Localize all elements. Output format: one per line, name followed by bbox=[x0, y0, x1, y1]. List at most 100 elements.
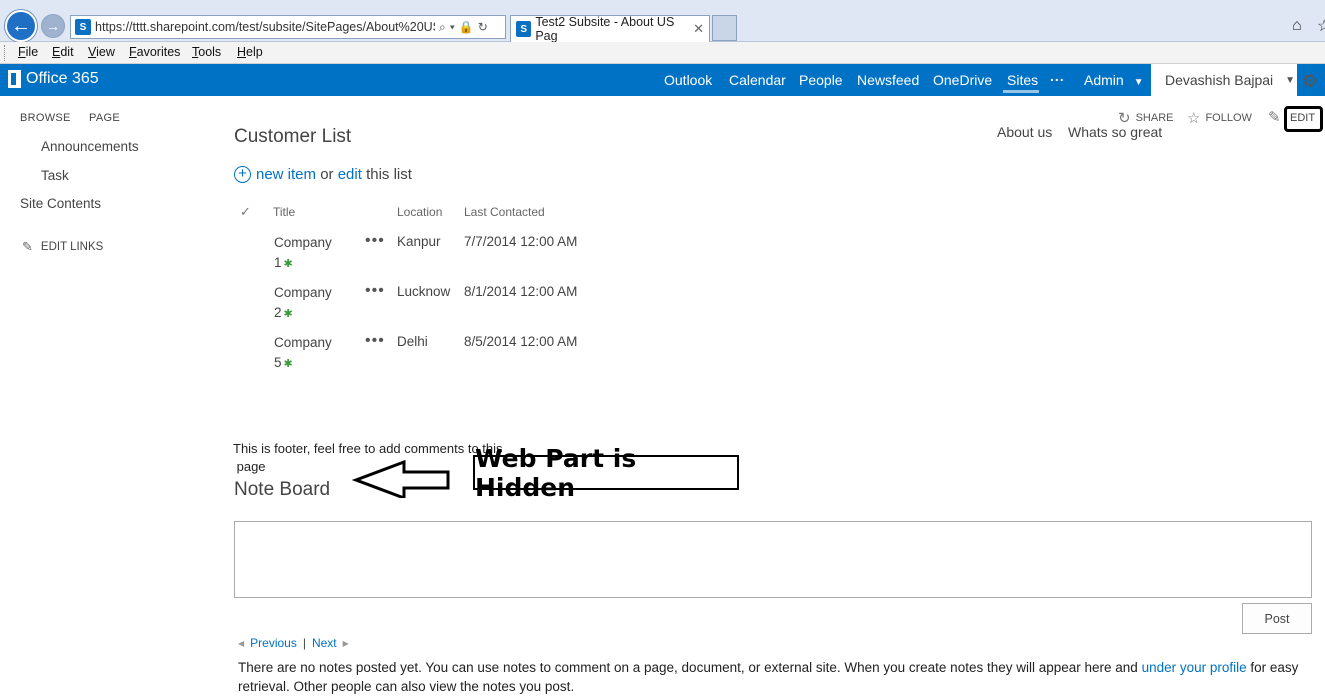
column-header-title[interactable]: Title bbox=[273, 205, 295, 219]
suite-link-calendar[interactable]: Calendar bbox=[729, 72, 786, 88]
suite-link-outlook[interactable]: Outlook bbox=[664, 72, 712, 88]
next-link[interactable]: Next bbox=[312, 636, 337, 650]
previous-link[interactable]: Previous bbox=[250, 636, 297, 650]
tab-page-label[interactable]: PAGE bbox=[89, 112, 120, 124]
edit-links-label: EDIT LINKS bbox=[40, 241, 104, 253]
row-location: Lucknow bbox=[397, 284, 451, 299]
pager-separator: | bbox=[302, 636, 306, 650]
suite-link-onedrive[interactable]: OneDrive bbox=[933, 72, 992, 88]
tab-browse-label[interactable]: BROWSE bbox=[20, 112, 71, 124]
forward-arrow-icon: → bbox=[46, 18, 60, 34]
note-board-title: Note Board bbox=[234, 479, 331, 500]
new-item-icon: ✱ bbox=[283, 258, 293, 270]
new-tab-button[interactable] bbox=[712, 15, 737, 41]
list-title: Customer List bbox=[234, 126, 352, 147]
home-icon[interactable]: ⌂ bbox=[1292, 17, 1302, 35]
address-bar-icons[interactable]: ⌕▾🔒↻ bbox=[439, 20, 492, 35]
row-title-line1: Company bbox=[274, 335, 332, 350]
row-last-contacted: 7/7/2014 12:00 AM bbox=[464, 234, 578, 249]
suite-more-icon[interactable]: ... bbox=[1050, 68, 1065, 84]
browser-tab[interactable]: S Test2 Subsite - About US Pag ✕ bbox=[510, 15, 710, 43]
user-name: Devashish Bajpai bbox=[1165, 72, 1274, 88]
follow-action[interactable]: ☆ FOLLOW bbox=[1187, 109, 1252, 127]
suite-bar: Office 365 Outlook Calendar People Newsf… bbox=[0, 64, 1325, 96]
new-item-icon: ✱ bbox=[283, 358, 293, 370]
share-icon: ↻ bbox=[1118, 110, 1131, 127]
empty-notes-message: There are no notes posted yet. You can u… bbox=[238, 658, 1318, 696]
edit-links-button[interactable]: ✎ EDIT LINKS bbox=[22, 239, 103, 255]
tab-close-icon[interactable]: ✕ bbox=[693, 21, 704, 37]
brand-text: Office 365 bbox=[26, 70, 99, 87]
office-logo-icon bbox=[8, 70, 21, 88]
row-title-number: 1 bbox=[274, 255, 282, 270]
column-header-last-contacted[interactable]: Last Contacted bbox=[464, 205, 545, 219]
browser-toolbar: ← → S https://tttt.sharepoint.com/test/s… bbox=[0, 0, 1325, 43]
menu-view[interactable]: View bbox=[88, 45, 115, 59]
forward-button[interactable]: → bbox=[41, 14, 65, 38]
row-last-contacted: 8/5/2014 12:00 AM bbox=[464, 334, 578, 349]
profile-link[interactable]: under your profile bbox=[1142, 660, 1247, 675]
nav-item-site-contents[interactable]: Site Contents bbox=[20, 196, 101, 211]
column-header-location[interactable]: Location bbox=[397, 205, 442, 219]
suite-link-newsfeed[interactable]: Newsfeed bbox=[857, 72, 919, 88]
tab-title: Test2 Subsite - About US Pag bbox=[535, 15, 675, 43]
hidden-webpart-annotation: Web Part is Hidden bbox=[473, 444, 739, 502]
share-action[interactable]: ↻ SHARE bbox=[1118, 109, 1173, 127]
suite-link-people[interactable]: People bbox=[799, 72, 843, 88]
note-input[interactable] bbox=[234, 521, 1312, 598]
new-item-link[interactable]: new item bbox=[256, 166, 316, 183]
select-all-check-icon[interactable]: ✓ bbox=[240, 204, 251, 220]
row-location: Kanpur bbox=[397, 234, 441, 249]
pencil-icon: ✎ bbox=[22, 239, 33, 254]
table-row-title[interactable]: Company 2 ✱ bbox=[274, 283, 332, 324]
user-menu[interactable]: Devashish Bajpai ▼ bbox=[1151, 64, 1297, 96]
row-menu-ellipsis-icon[interactable]: ••• bbox=[365, 332, 385, 350]
follow-star-icon: ☆ bbox=[1187, 110, 1201, 127]
row-location: Delhi bbox=[397, 334, 428, 349]
edit-button[interactable]: EDIT bbox=[1284, 106, 1323, 132]
menu-tools[interactable]: Tools bbox=[192, 45, 221, 59]
row-title-number: 5 bbox=[274, 355, 282, 370]
table-row-title[interactable]: Company 5 ✱ bbox=[274, 333, 332, 374]
row-last-contacted: 8/1/2014 12:00 AM bbox=[464, 284, 578, 299]
menu-edit[interactable]: Edit bbox=[52, 45, 74, 59]
back-button[interactable]: ← bbox=[5, 10, 37, 42]
menu-bar: File Edit View Favorites Tools Help bbox=[0, 42, 1325, 64]
table-row-title[interactable]: Company 1 ✱ bbox=[274, 233, 332, 274]
menu-grip bbox=[4, 45, 6, 61]
row-menu-ellipsis-icon[interactable]: ••• bbox=[365, 232, 385, 250]
follow-text: FOLLOW bbox=[1205, 112, 1252, 124]
url-text: https://tttt.sharepoint.com/test/subsite… bbox=[95, 20, 435, 34]
admin-label: Admin bbox=[1084, 72, 1124, 88]
row-title-line2: 1 ✱ bbox=[274, 253, 332, 274]
address-bar[interactable]: S https://tttt.sharepoint.com/test/subsi… bbox=[70, 15, 506, 39]
share-text: SHARE bbox=[1135, 112, 1174, 124]
nav-item-task[interactable]: Task bbox=[41, 168, 69, 183]
edit-list-link[interactable]: edit bbox=[338, 166, 362, 183]
edit-label: EDIT bbox=[1290, 112, 1316, 124]
back-arrow-icon: ← bbox=[11, 14, 31, 37]
post-button[interactable]: Post bbox=[1242, 603, 1312, 634]
nav-item-announcements[interactable]: Announcements bbox=[41, 139, 139, 154]
row-title-line1: Company bbox=[274, 235, 332, 250]
office365-brand[interactable]: Office 365 bbox=[8, 70, 99, 88]
suite-link-sites[interactable]: Sites bbox=[1007, 72, 1038, 88]
settings-gear-icon[interactable]: ⚙ bbox=[1302, 71, 1318, 92]
menu-file[interactable]: File bbox=[18, 45, 38, 59]
top-nav-about-us[interactable]: About us bbox=[997, 124, 1052, 140]
add-circle-icon[interactable]: + bbox=[234, 166, 251, 183]
or-text: or bbox=[316, 166, 338, 183]
favorites-star-icon[interactable]: ☆ bbox=[1317, 16, 1325, 36]
sharepoint-favicon-icon: S bbox=[75, 19, 91, 35]
edit-pencil-icon[interactable]: ✎ bbox=[1268, 108, 1281, 126]
row-menu-ellipsis-icon[interactable]: ••• bbox=[365, 282, 385, 300]
new-item-row: + new item or edit this list bbox=[234, 166, 412, 183]
empty-message-text: There are no notes posted yet. You can u… bbox=[238, 660, 1142, 675]
tab-favicon-icon: S bbox=[516, 21, 532, 37]
suite-link-admin[interactable]: Admin ▼ bbox=[1084, 72, 1143, 88]
row-title-number: 2 bbox=[274, 305, 282, 320]
row-title-line1: Company bbox=[274, 285, 332, 300]
menu-help[interactable]: Help bbox=[237, 45, 263, 59]
ribbon-overlay bbox=[0, 96, 1280, 124]
menu-favorites[interactable]: Favorites bbox=[129, 45, 180, 59]
